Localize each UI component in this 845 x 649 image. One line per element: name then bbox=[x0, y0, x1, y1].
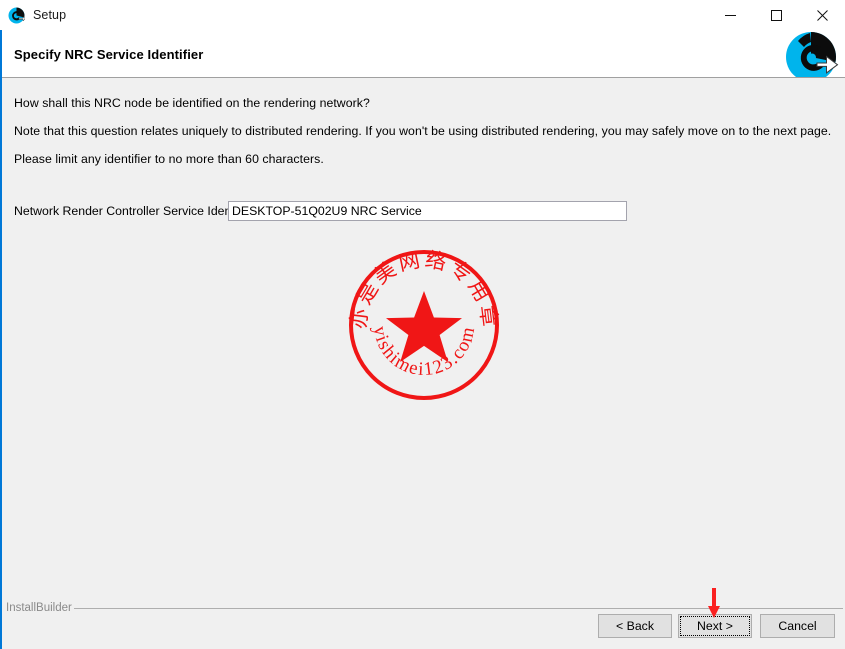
close-button[interactable] bbox=[799, 0, 845, 30]
limit-text: Please limit any identifier to no more t… bbox=[14, 152, 324, 166]
back-button[interactable]: < Back bbox=[598, 614, 672, 638]
service-identifier-label: Network Render Controller Service Identi… bbox=[14, 204, 255, 218]
minimize-button[interactable] bbox=[707, 0, 753, 30]
next-button[interactable]: Next > bbox=[678, 614, 752, 638]
page-header: Specify NRC Service Identifier bbox=[2, 30, 845, 82]
maximize-icon bbox=[770, 9, 782, 21]
window-title: Setup bbox=[33, 7, 67, 22]
stamp-top-arc-text: 亦是美网络专用章 bbox=[346, 247, 499, 330]
maximize-button[interactable] bbox=[753, 0, 799, 30]
stamp-bottom-arc-text: yishimei123.com bbox=[369, 324, 478, 380]
minimize-icon bbox=[724, 14, 736, 16]
footer-divider bbox=[74, 608, 843, 609]
setup-window: Setup Specify NRC Service Identifier How… bbox=[0, 0, 845, 649]
installbuilder-brand: InstallBuilder bbox=[6, 602, 72, 614]
service-identifier-row: Network Render Controller Service Identi… bbox=[14, 201, 634, 223]
svg-text:亦是美网络专用章: 亦是美网络专用章 bbox=[348, 249, 500, 331]
installer-swirl-icon bbox=[8, 7, 26, 24]
svg-text:yishimei123.com: yishimei123.com bbox=[369, 324, 480, 380]
intro-question-text: How shall this NRC node be identified on… bbox=[14, 96, 370, 110]
stamp-star-icon bbox=[386, 291, 462, 362]
page-title: Specify NRC Service Identifier bbox=[14, 47, 204, 62]
note-text: Note that this question relates uniquely… bbox=[14, 124, 832, 138]
service-identifier-input[interactable] bbox=[228, 201, 627, 221]
window-controls bbox=[707, 0, 845, 30]
close-icon bbox=[816, 9, 828, 21]
cancel-button[interactable]: Cancel bbox=[760, 614, 835, 638]
page-body: How shall this NRC node be identified on… bbox=[2, 78, 845, 649]
wizard-button-row: < Back Next > Cancel bbox=[2, 614, 845, 644]
title-bar: Setup bbox=[0, 0, 845, 30]
watermark-stamp: 亦是美网络专用章 yishimei123.com bbox=[346, 247, 500, 401]
